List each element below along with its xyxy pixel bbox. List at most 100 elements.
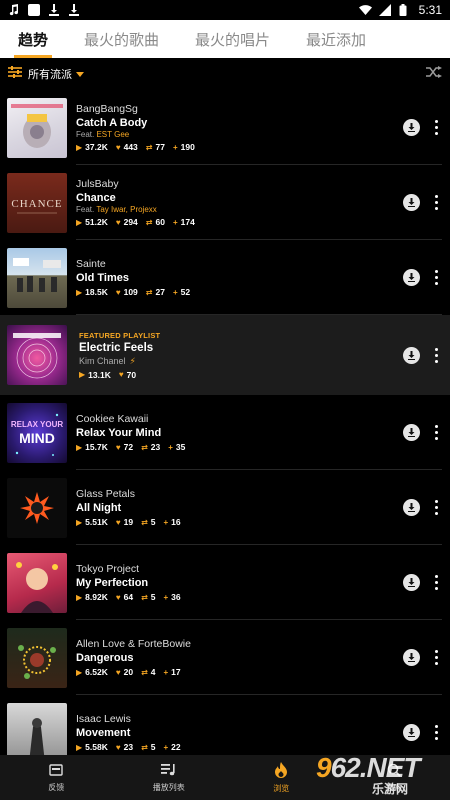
artist-name[interactable]: Cookiee Kawaii [76, 413, 403, 425]
repost-count: 27 [155, 287, 165, 297]
play-count: 6.52K [85, 667, 108, 677]
track-title[interactable]: Chance [76, 192, 403, 204]
play-icon: ▶ [76, 667, 83, 677]
album-art [7, 97, 67, 158]
track-title[interactable]: All Night [76, 502, 403, 514]
download-button[interactable] [403, 724, 420, 741]
plus-icon: + [168, 442, 173, 452]
tab-top-songs[interactable]: 最火的歌曲 [66, 20, 177, 58]
plus-icon: + [172, 217, 178, 227]
shuffle-icon[interactable] [426, 65, 442, 83]
track-row[interactable]: CHANCE JulsBaby Chance Feat. Tay Iwar, P… [0, 165, 450, 240]
track-title[interactable]: Dangerous [76, 652, 403, 664]
featured-artists[interactable]: Tay Iwar, Projexx [96, 205, 156, 214]
track-title[interactable]: Relax Your Mind [76, 427, 403, 439]
wifi-icon [358, 4, 372, 16]
repost-icon: ⇄ [141, 442, 148, 452]
play-count: 5.58K [85, 742, 108, 752]
track-title[interactable]: My Perfection [76, 577, 403, 589]
track-row[interactable]: Glass Petals All Night ▶ 5.51K ♥ 19 ⇄ 5 +16 [0, 470, 450, 545]
track-row[interactable]: Sainte Old Times ▶ 18.5K ♥ 109 ⇄ 27 +52 [0, 240, 450, 315]
heart-icon: ♥ [115, 142, 121, 152]
more-options-icon[interactable] [434, 725, 438, 740]
play-count: 15.7K [85, 442, 108, 452]
track-row[interactable]: BangBangSg Catch A Body Feat. EST Gee ▶ 3… [0, 90, 450, 165]
repost-count: 4 [150, 667, 156, 677]
more-options-icon[interactable] [434, 650, 438, 665]
tab-recently-added[interactable]: 最近添加 [288, 20, 384, 58]
nav-feed[interactable]: 反馈 [0, 755, 113, 800]
track-stats: ▶ 15.7K ♥ 72 ⇄ 23 +35 [76, 442, 403, 452]
track-row[interactable]: Tokyo Project My Perfection ▶ 8.92K ♥ 64 ⇄… [0, 545, 450, 620]
nav-label: 反馈 [48, 782, 65, 792]
tab-trending[interactable]: 趋势 [0, 20, 66, 58]
artist-name[interactable]: Glass Petals [76, 488, 403, 500]
track-title[interactable]: Catch A Body [76, 117, 403, 129]
chevron-down-icon[interactable] [76, 71, 84, 77]
more-options-icon[interactable] [434, 347, 438, 363]
more-options-icon[interactable] [434, 500, 438, 515]
track-title[interactable]: Old Times [76, 272, 403, 284]
like-count: 294 [123, 217, 138, 227]
heart-icon: ♥ [115, 592, 121, 602]
download-button[interactable] [403, 346, 420, 364]
repost-count: 23 [150, 442, 161, 452]
filter-icon[interactable] [8, 65, 22, 83]
artist-name[interactable]: Allen Love & ForteBowie [76, 638, 403, 650]
heart-icon: ♥ [118, 370, 124, 379]
repost-count: 5 [150, 742, 156, 752]
featured-playlist-row[interactable]: FEATURED PLAYLIST Electric Feels Kim Cha… [0, 315, 450, 395]
play-icon: ▶ [76, 442, 83, 452]
playlist-stats: ▶ 13.1K ♥ 70 [79, 370, 403, 380]
svg-text:CHANCE: CHANCE [11, 198, 62, 210]
artist-name[interactable]: BangBangSg [76, 103, 403, 115]
track-stats: ▶ 6.52K ♥ 20 ⇄ 4 +17 [76, 667, 403, 677]
download-button[interactable] [403, 574, 420, 591]
feat-prefix: Feat. [76, 130, 95, 139]
genre-filter-label[interactable]: 所有流派 [28, 66, 72, 82]
curator-name[interactable]: Kim Chanel [79, 356, 126, 366]
track-stats: ▶ 5.51K ♥ 19 ⇄ 5 +16 [76, 517, 403, 527]
featured-artists[interactable]: EST Gee [96, 130, 129, 139]
add-count: 16 [171, 517, 181, 527]
repost-icon: ⇄ [141, 742, 148, 752]
track-stats: ▶ 51.2K ♥ 294 ⇄ 60 +174 [76, 217, 403, 227]
download-button[interactable] [403, 424, 420, 441]
album-art: RELAX YOUR MIND [7, 402, 67, 463]
download-button[interactable] [403, 499, 420, 516]
repost-icon: ⇄ [145, 142, 153, 152]
download-button[interactable] [403, 269, 420, 286]
playlist-icon [160, 763, 177, 779]
more-options-icon[interactable] [434, 195, 438, 210]
flame-icon [274, 761, 288, 780]
download-button[interactable] [403, 119, 420, 136]
play-icon: ▶ [76, 517, 83, 527]
heart-icon: ♥ [115, 217, 121, 227]
playlist-title[interactable]: Electric Feels [79, 342, 403, 354]
add-count: 174 [180, 217, 195, 227]
like-count: 443 [123, 142, 138, 152]
more-options-icon[interactable] [434, 425, 438, 440]
track-title[interactable]: Movement [76, 727, 403, 739]
play-icon: ▶ [76, 592, 83, 602]
more-options-icon[interactable] [434, 575, 438, 590]
artist-name[interactable]: Isaac Lewis [76, 713, 403, 725]
more-options-icon[interactable] [434, 120, 438, 135]
more-options-icon[interactable] [434, 270, 438, 285]
download-button[interactable] [403, 194, 420, 211]
watermark-digits: 62 [330, 752, 361, 783]
track-row[interactable]: RELAX YOUR MIND Cookiee Kawaii Relax Your… [0, 395, 450, 470]
artist-name[interactable]: JulsBaby [76, 178, 403, 190]
app-icon [28, 4, 40, 16]
track-row[interactable]: Allen Love & ForteBowie Dangerous ▶ 6.52K… [0, 620, 450, 695]
download-button[interactable] [403, 649, 420, 666]
artist-name[interactable]: Tokyo Project [76, 563, 403, 575]
album-art [7, 552, 67, 613]
artist-name[interactable]: Sainte [76, 258, 403, 270]
tab-top-albums[interactable]: 最火的唱片 [177, 20, 288, 58]
play-icon: ▶ [76, 742, 83, 752]
track-row[interactable]: Isaac Lewis Movement ▶ 5.58K ♥ 23 ⇄ 5 +22 [0, 695, 450, 755]
nav-playlists[interactable]: 播放列表 [113, 755, 226, 800]
nav-label: 浏览 [273, 783, 290, 793]
featured-playlist-badge: FEATURED PLAYLIST [79, 330, 161, 340]
